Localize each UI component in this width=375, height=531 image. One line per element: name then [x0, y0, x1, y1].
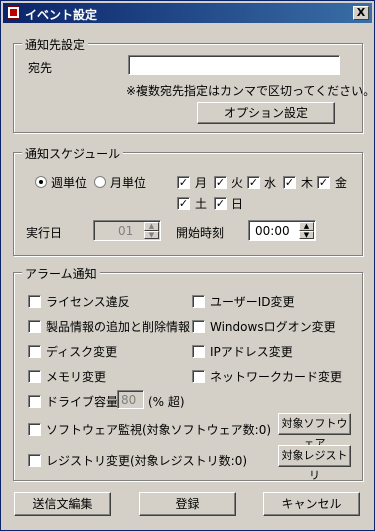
- memory-checkbox[interactable]: [28, 370, 41, 383]
- windows-logon-label: Windowsログオン変更: [210, 320, 336, 334]
- day-thu-checkbox[interactable]: ✓: [283, 176, 296, 189]
- spin-up-icon: ▲: [144, 222, 159, 231]
- spin-down-icon: ▼: [144, 230, 159, 239]
- drive-capacity-label: ドライブ容量: [46, 395, 119, 409]
- user-id-checkbox[interactable]: [192, 295, 205, 308]
- register-button[interactable]: 登録: [139, 492, 236, 516]
- day-mon-label: 月: [195, 176, 208, 190]
- drive-capacity-input: 80: [117, 390, 144, 409]
- memory-label: メモリ変更: [46, 370, 107, 384]
- ip-checkbox[interactable]: [192, 345, 205, 358]
- app-icon: [7, 6, 20, 19]
- registry-checkbox[interactable]: [28, 454, 41, 467]
- windows-logon-checkbox[interactable]: [192, 320, 205, 333]
- software-watch-checkbox[interactable]: [28, 423, 41, 436]
- software-watch-label: ソフトウェア監視(対象ソフトウェア数:0): [46, 423, 272, 437]
- day-tue-label: 火: [231, 176, 244, 190]
- start-time-value: 00:00: [255, 224, 290, 238]
- day-sun-checkbox[interactable]: ✓: [214, 197, 227, 210]
- ip-label: IPアドレス変更: [210, 345, 293, 359]
- network-card-checkbox[interactable]: [192, 370, 205, 383]
- day-sat-label: 土: [195, 197, 208, 211]
- day-fri-label: 金: [335, 176, 348, 190]
- window-title: イベント設定: [25, 8, 98, 22]
- day-sun-label: 日: [231, 197, 244, 211]
- event-settings-window: イベント設定 X 通知先設定 宛先 ※複数宛先指定はカンマで区切ってください。 …: [0, 0, 375, 531]
- weekly-radio[interactable]: [35, 176, 47, 188]
- day-sat-checkbox[interactable]: ✓: [177, 197, 190, 210]
- start-time-spinner[interactable]: 00:00 ▲ ▼: [248, 220, 316, 241]
- user-id-label: ユーザーID変更: [210, 295, 295, 309]
- product-info-label: 製品情報の追加と削除情報: [46, 320, 191, 334]
- drive-capacity-checkbox[interactable]: [28, 395, 41, 408]
- license-checkbox[interactable]: [28, 295, 41, 308]
- day-mon-checkbox[interactable]: ✓: [177, 176, 190, 189]
- to-address-input[interactable]: [128, 55, 340, 75]
- weekly-label: 週単位: [51, 176, 88, 190]
- cancel-button[interactable]: キャンセル: [263, 492, 360, 516]
- target-registry-button[interactable]: 対象レジストリ: [278, 445, 351, 482]
- product-info-checkbox[interactable]: [28, 320, 41, 333]
- monthly-label: 月単位: [110, 176, 147, 190]
- drive-capacity-unit: (% 超): [148, 395, 185, 409]
- start-time-spin-buttons[interactable]: ▲ ▼: [299, 222, 314, 239]
- start-time-label: 開始時刻: [176, 226, 225, 240]
- monthly-radio[interactable]: [94, 176, 106, 188]
- title-bar: イベント設定 X: [3, 3, 372, 23]
- alarm-group: アラーム通知 ライセンス違反 ユーザーID変更 製品情報の追加と削除情報 Win…: [13, 265, 363, 482]
- spin-down-icon[interactable]: ▼: [299, 230, 314, 239]
- schedule-group: 通知スケジュール 週単位 月単位 ✓ 月 ✓ 火 ✓ 水 ✓ 木 ✓ 金 ✓ 土…: [13, 145, 363, 256]
- day-thu-label: 木: [301, 176, 314, 190]
- edit-message-button[interactable]: 送信文編集: [14, 492, 111, 516]
- network-card-label: ネットワークカード変更: [210, 370, 343, 384]
- license-label: ライセンス違反: [46, 295, 130, 309]
- day-tue-checkbox[interactable]: ✓: [214, 176, 227, 189]
- exec-day-spinner: 01 ▲ ▼: [93, 220, 161, 241]
- disk-label: ディスク変更: [46, 345, 118, 359]
- day-fri-checkbox[interactable]: ✓: [317, 176, 330, 189]
- notify-group-legend: 通知先設定: [22, 36, 89, 53]
- alarm-group-legend: アラーム通知: [22, 265, 100, 282]
- exec-day-value: 01: [118, 224, 134, 238]
- target-software-button[interactable]: 対象ソフトウェア: [278, 413, 351, 450]
- registry-label: レジストリ変更(対象レジストリ数:0): [46, 454, 248, 468]
- notify-group: 通知先設定 宛先 ※複数宛先指定はカンマで区切ってください。 オプション設定: [13, 36, 375, 133]
- to-hint-text: ※複数宛先指定はカンマで区切ってください。: [126, 84, 375, 98]
- disk-checkbox[interactable]: [28, 345, 41, 358]
- schedule-group-legend: 通知スケジュール: [22, 145, 124, 162]
- drive-capacity-value: 80: [121, 393, 137, 407]
- exec-day-label: 実行日: [26, 226, 63, 240]
- exec-day-spin-buttons: ▲ ▼: [144, 222, 159, 239]
- to-label: 宛先: [28, 61, 53, 75]
- close-button[interactable]: X: [353, 6, 369, 20]
- day-wed-checkbox[interactable]: ✓: [247, 176, 260, 189]
- day-wed-label: 水: [264, 176, 277, 190]
- spin-up-icon[interactable]: ▲: [299, 222, 314, 231]
- options-button[interactable]: オプション設定: [197, 102, 335, 124]
